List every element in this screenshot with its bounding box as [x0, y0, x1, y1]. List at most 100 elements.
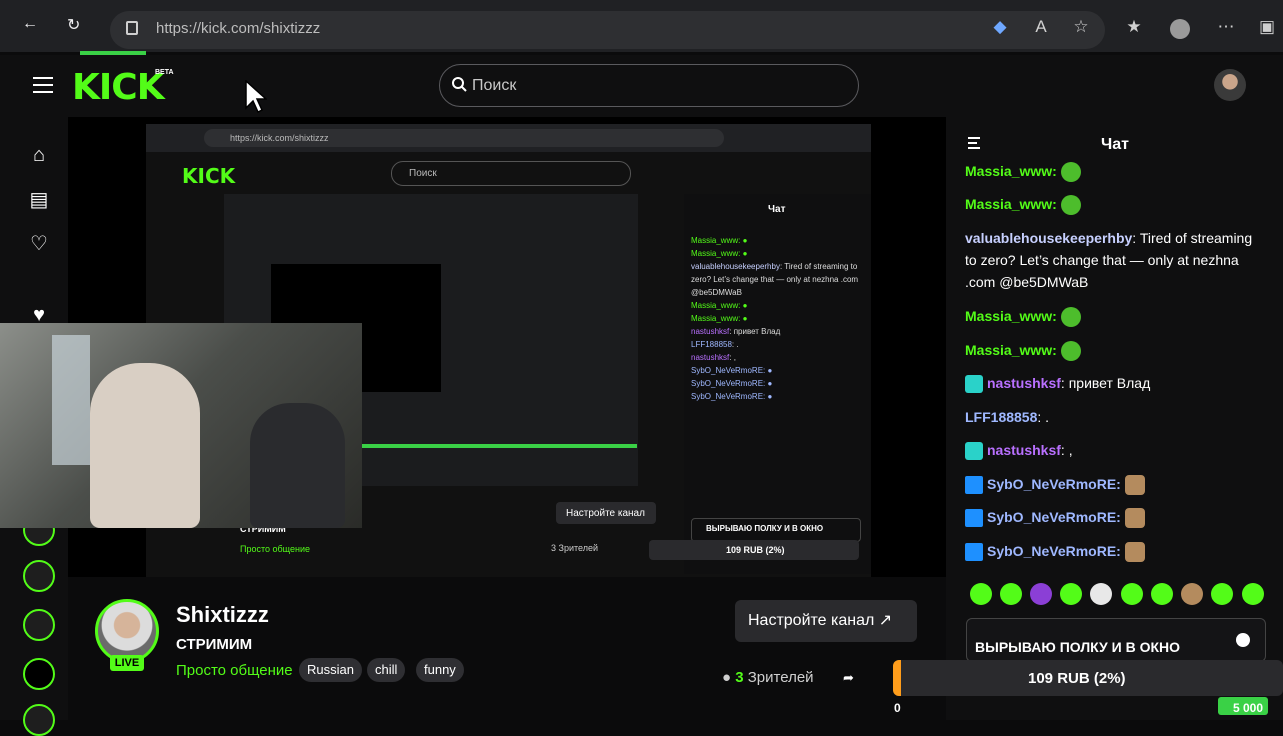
quick-emote-icon[interactable]	[1242, 583, 1264, 605]
second-person-figure	[250, 403, 345, 528]
quick-emote-icon[interactable]	[1060, 583, 1082, 605]
quick-emote-icon[interactable]	[1151, 583, 1173, 605]
chat-username[interactable]: Massia_www:	[965, 342, 1057, 358]
search-icon	[452, 77, 467, 92]
inner-goal-progress: 109 RUB (2%)	[726, 545, 785, 555]
emote-icon	[1124, 475, 1145, 496]
chat-message: valuablehousekeeperhby: Tired of streami…	[965, 227, 1265, 293]
search-placeholder: Поиск	[472, 77, 517, 94]
followed-channel-avatar[interactable]	[23, 609, 55, 641]
quick-emote-icon[interactable]	[1000, 583, 1022, 605]
chat-username[interactable]: nastushksf	[987, 375, 1061, 391]
quick-emote-icon[interactable]	[970, 583, 992, 605]
emote-icon	[1060, 162, 1081, 183]
quick-emote-icon[interactable]	[1181, 583, 1203, 605]
webcam-overlay	[0, 323, 362, 528]
sidebar-toggle-icon[interactable]: ▣	[1257, 17, 1277, 37]
share-icon[interactable]: ➦	[843, 670, 857, 685]
browse-icon[interactable]: ▤	[26, 187, 52, 213]
chat-username[interactable]: SybO_NeVeRmoRE:	[987, 476, 1121, 492]
viewers-number: 3	[735, 669, 744, 686]
streamer-figure	[90, 363, 200, 528]
user-avatar[interactable]	[1214, 69, 1246, 101]
quick-emote-icon[interactable]	[1090, 583, 1112, 605]
inner-category: Просто общение	[240, 544, 310, 554]
quick-emote-icon[interactable]	[1121, 583, 1143, 605]
more-icon[interactable]: ⋯	[1216, 17, 1236, 37]
live-badge: LIVE	[110, 655, 144, 671]
emote-icon	[1124, 542, 1145, 563]
emote-icon	[1060, 307, 1081, 328]
reload-icon[interactable]: ↻	[67, 15, 80, 35]
goal-min: 0	[894, 701, 901, 715]
tag-chill[interactable]: chill	[367, 658, 406, 682]
followed-channel-avatar[interactable]	[23, 704, 55, 736]
user-badge-icon	[965, 442, 983, 461]
chat-text: : ,	[1060, 442, 1073, 458]
inner-setup-label: Настройте канал	[566, 508, 645, 519]
chat-username[interactable]: SybO_NeVeRmoRE:	[987, 509, 1121, 525]
tag-russian[interactable]: Russian	[299, 658, 362, 682]
beta-badge: BETA	[155, 69, 174, 76]
channel-avatar[interactable]	[95, 599, 159, 663]
channel-name[interactable]: Shixtizzz	[176, 602, 269, 628]
category-link[interactable]: Просто общение	[176, 662, 293, 679]
emote-quick-bar	[966, 580, 1266, 608]
chat-message: nastushksf: привет Влад	[965, 372, 1265, 394]
collapse-chat-icon[interactable]	[968, 136, 984, 150]
chat-title: Чат	[1101, 136, 1129, 153]
profile-icon[interactable]	[1170, 19, 1190, 39]
emote-icon	[1060, 195, 1081, 216]
chat-username[interactable]: SybO_NeVeRmoRE:	[987, 543, 1121, 559]
setup-channel-button[interactable]: Настройте канал ↗	[735, 600, 917, 642]
inner-progress-line	[361, 444, 637, 448]
chat-username[interactable]: Massia_www:	[965, 196, 1057, 212]
tag-icon[interactable]: ◆	[990, 17, 1010, 37]
chat-username[interactable]: Massia_www:	[965, 163, 1057, 179]
inner-goal-title: ВЫРЫВАЮ ПОЛКУ И В ОКНО	[706, 524, 824, 533]
inner-chat-title: Чат	[768, 204, 786, 215]
chat-username[interactable]: LFF188858	[965, 409, 1037, 425]
chat-username[interactable]: Massia_www:	[965, 308, 1057, 324]
viewers-label: Зрителей	[747, 669, 814, 686]
chat-message: Massia_www:	[965, 193, 1265, 216]
chat-username[interactable]: nastushksf	[987, 442, 1061, 458]
kick-logo[interactable]: KICK	[72, 67, 165, 108]
favorites-icon[interactable]: ★	[1124, 17, 1144, 37]
star-icon[interactable]: ☆	[1071, 17, 1091, 37]
chat-message: SybO_NeVeRmoRE:	[965, 473, 1265, 496]
chat-text: : .	[1037, 409, 1050, 425]
quick-emote-icon[interactable]	[1030, 583, 1052, 605]
user-badge-icon	[965, 476, 983, 495]
emoji-picker-icon[interactable]	[1236, 633, 1250, 647]
chat-message: SybO_NeVeRmoRE:	[965, 540, 1265, 563]
following-icon[interactable]: ♡	[26, 231, 52, 257]
viewer-count: ● 3 Зрителей	[722, 669, 814, 686]
url-host: https://kick.com/	[156, 20, 264, 37]
mouse-cursor-icon	[245, 80, 267, 114]
read-aloud-icon[interactable]: A	[1031, 17, 1051, 37]
inner-search-placeholder: Поиск	[409, 168, 437, 179]
quick-emote-icon[interactable]	[1211, 583, 1233, 605]
followed-channel-avatar[interactable]	[23, 658, 55, 690]
followed-channel-avatar[interactable]	[23, 560, 55, 592]
inner-kick-logo: KICK	[182, 164, 236, 188]
chat-message: LFF188858: .	[965, 406, 1265, 428]
chat-message: Massia_www:	[965, 305, 1265, 328]
user-badge-icon	[965, 375, 983, 394]
chat-username[interactable]: valuablehousekeeperhby	[965, 230, 1132, 246]
back-icon[interactable]: ←	[22, 15, 38, 33]
inner-viewers: 3 Зрителей	[551, 543, 598, 553]
chat-message: SybO_NeVeRmoRE:	[965, 506, 1265, 529]
url-text[interactable]: https://kick.com/shixtizzz	[156, 20, 320, 37]
home-icon[interactable]: ⌂	[26, 142, 52, 168]
menu-icon[interactable]	[33, 77, 53, 93]
lock-icon	[126, 21, 138, 35]
tag-funny[interactable]: funny	[416, 658, 464, 682]
inner-url: https://kick.com/shixtizzz	[230, 133, 329, 143]
viewers-icon: ●	[722, 669, 732, 686]
chat-message: nastushksf: ,	[965, 439, 1265, 461]
goal-max: 5 000	[1233, 701, 1264, 715]
user-badge-icon	[965, 509, 983, 528]
stream-title: СТРИМИМ	[176, 636, 253, 653]
